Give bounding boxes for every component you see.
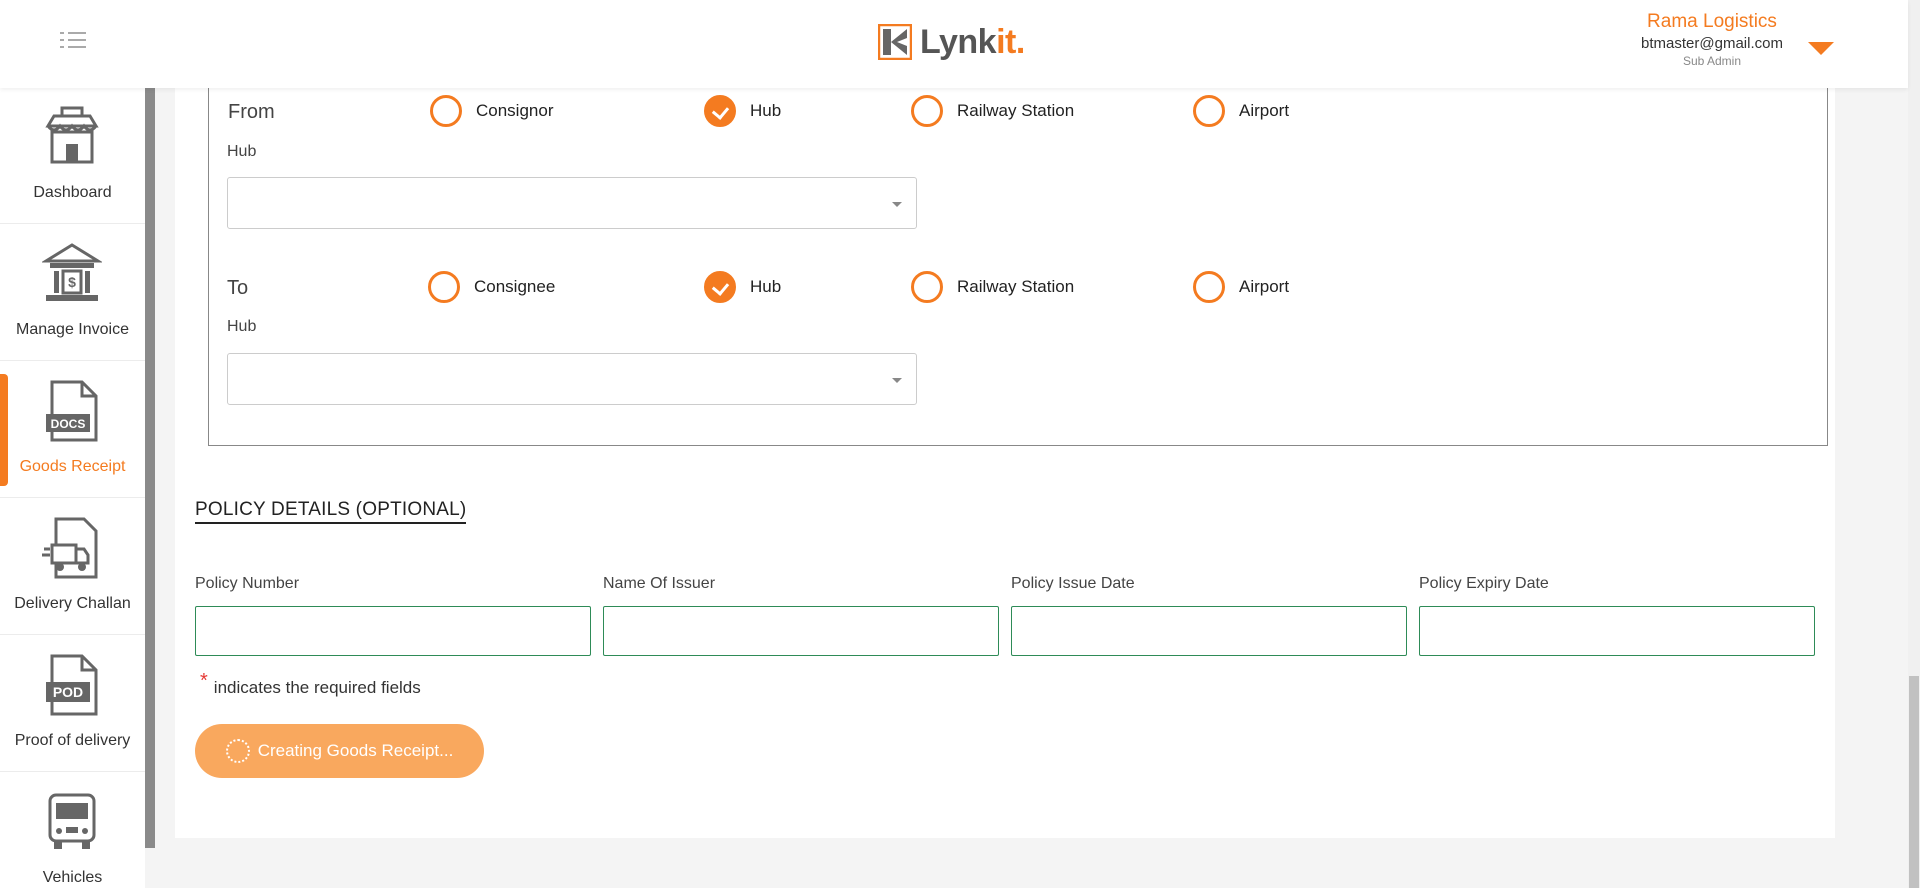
required-fields-note: * indicates the required fields	[200, 670, 421, 699]
from-radio-airport[interactable]: Airport	[1193, 95, 1289, 127]
policy-section-title: POLICY DETAILS (OPTIONAL)	[195, 499, 467, 524]
to-hub-select[interactable]	[227, 353, 917, 405]
store-icon	[45, 106, 99, 164]
svg-text:$: $	[68, 274, 76, 290]
from-radio-hub[interactable]: Hub	[704, 95, 781, 127]
user-email: btmaster@gmail.com	[1641, 35, 1783, 52]
required-note-text: indicates the required fields	[213, 678, 421, 697]
user-menu-caret-icon[interactable]	[1808, 42, 1834, 55]
to-radio-railway-station[interactable]: Railway Station	[911, 271, 1074, 303]
submit-button-label: Creating Goods Receipt...	[257, 741, 454, 760]
sidebar-scrollbar[interactable]	[145, 88, 155, 848]
page-scrollbar-thumb[interactable]	[1909, 676, 1919, 888]
top-header: Lynkit. Rama Logistics btmaster@gmail.co…	[0, 0, 1908, 88]
policy-number-label: Policy Number	[195, 575, 300, 592]
docs-file-icon: DOCS	[46, 380, 98, 442]
user-company: Rama Logistics	[1647, 11, 1777, 32]
svg-text:DOCS: DOCS	[51, 417, 86, 431]
radio-circle-checked	[704, 95, 736, 127]
page-scrollbar[interactable]	[1908, 0, 1920, 888]
sidebar-item-label: Delivery Challan	[14, 595, 131, 612]
sidebar-item-label: Dashboard	[33, 184, 112, 201]
user-role: Sub Admin	[1682, 54, 1742, 68]
issuer-name-label: Name Of Issuer	[603, 575, 716, 592]
from-hub-select[interactable]	[227, 177, 917, 229]
policy-expiry-date-label: Policy Expiry Date	[1419, 575, 1549, 592]
from-hub-label: Hub	[227, 143, 257, 160]
radio-label: Hub	[750, 277, 782, 296]
svg-text:POD: POD	[53, 684, 83, 700]
radio-label: Airport	[1239, 101, 1290, 120]
sidebar-item-proof-of-delivery[interactable]: POD Proof of delivery	[0, 636, 145, 772]
bus-icon	[48, 793, 96, 849]
radio-label: Consignee	[474, 277, 556, 296]
sidebar-item-label: Proof of delivery	[14, 732, 131, 749]
radio-circle	[1193, 271, 1225, 303]
delivery-truck-doc-icon	[42, 517, 98, 579]
sidebar-item-dashboard[interactable]: Dashboard	[0, 88, 145, 224]
sidebar-item-label: Manage Invoice	[16, 321, 129, 338]
user-profile[interactable]: Rama Logistics btmaster@gmail.com Sub Ad…	[1600, 10, 1824, 68]
sidebar: Dashboard $ Manage Invoice DOCS Goods Re…	[0, 88, 145, 888]
from-radio-railway-station[interactable]: Railway Station	[911, 95, 1074, 127]
to-radio-hub[interactable]: Hub	[704, 271, 781, 303]
sidebar-item-delivery-challan[interactable]: Delivery Challan	[0, 499, 145, 635]
policy-expiry-date-input[interactable]	[1419, 606, 1815, 656]
from-radio-consignor[interactable]: Consignor	[430, 95, 554, 127]
required-star: *	[200, 670, 208, 692]
from-label: From	[228, 101, 275, 123]
to-radio-consignee[interactable]: Consignee	[428, 271, 555, 303]
policy-issue-date-input[interactable]	[1011, 606, 1407, 656]
lynkit-logo-icon	[878, 24, 912, 60]
sidebar-item-label: Goods Receipt	[19, 458, 126, 475]
pod-file-icon: POD	[46, 654, 98, 716]
logo-wordmark: Lynkit.	[920, 22, 1025, 61]
bank-icon: $	[42, 243, 102, 301]
sidebar-item-vehicles[interactable]: Vehicles	[0, 773, 145, 888]
radio-circle	[430, 95, 462, 127]
radio-label: Airport	[1239, 277, 1290, 296]
policy-issue-date-label: Policy Issue Date	[1011, 575, 1135, 592]
radio-label: Hub	[750, 101, 782, 120]
to-hub-label: Hub	[227, 318, 257, 335]
to-radio-airport[interactable]: Airport	[1193, 271, 1289, 303]
chevron-down-icon	[892, 202, 902, 207]
chevron-down-icon	[892, 378, 902, 383]
create-goods-receipt-button[interactable]: Creating Goods Receipt...	[195, 724, 484, 778]
radio-circle	[911, 95, 943, 127]
menu-toggle-icon[interactable]	[60, 30, 88, 50]
issuer-name-input[interactable]	[603, 606, 999, 656]
radio-circle-checked	[704, 271, 736, 303]
radio-circle	[428, 271, 460, 303]
to-label: To	[227, 277, 249, 299]
radio-circle	[911, 271, 943, 303]
radio-label: Railway Station	[957, 277, 1075, 296]
radio-label: Consignor	[476, 101, 554, 120]
policy-number-input[interactable]	[195, 606, 591, 656]
loading-spinner-icon	[225, 739, 250, 763]
sidebar-item-label: Vehicles	[42, 869, 103, 886]
sidebar-item-goods-receipt[interactable]: DOCS Goods Receipt	[0, 362, 145, 498]
sidebar-item-manage-invoice[interactable]: $ Manage Invoice	[0, 225, 145, 361]
radio-label: Railway Station	[957, 101, 1075, 120]
app-logo: Lynkit.	[878, 22, 1025, 62]
radio-circle	[1193, 95, 1225, 127]
